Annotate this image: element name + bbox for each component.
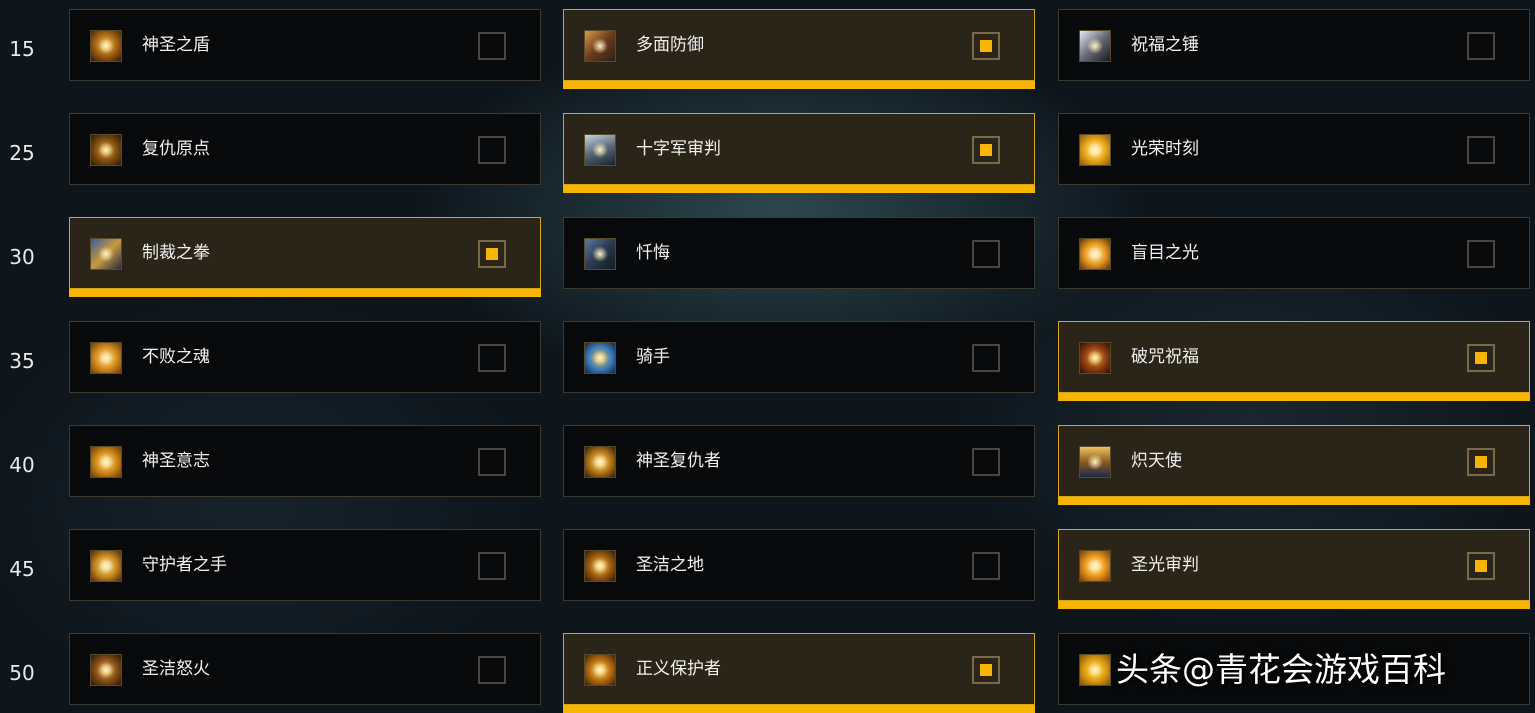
talent-name: 复仇原点	[142, 139, 210, 159]
talent-name: 盲目之光	[1131, 243, 1199, 263]
talent-checkbox[interactable]	[478, 656, 506, 684]
talent-checkbox[interactable]	[972, 448, 1000, 476]
holy-cross-icon	[1079, 238, 1111, 270]
talent-checkbox[interactable]	[972, 240, 1000, 268]
level-label: 15	[9, 37, 35, 61]
consecrated-wrath-icon	[90, 654, 122, 686]
talent-checkbox[interactable]	[478, 448, 506, 476]
holy-spirit-icon	[90, 342, 122, 374]
level-label: 35	[9, 349, 35, 373]
talent-option[interactable]: 光荣时刻	[1058, 113, 1530, 185]
talent-option[interactable]: 守护者之手	[69, 529, 541, 601]
talent-checkbox[interactable]	[478, 136, 506, 164]
talent-option[interactable]: 圣洁之地	[563, 529, 1035, 601]
armored-knight-icon	[584, 238, 616, 270]
talent-name: 破咒祝福	[1131, 347, 1199, 367]
talent-option[interactable]: 炽天使	[1058, 425, 1530, 505]
talent-name: 圣洁怒火	[142, 659, 210, 679]
talent-name: 圣光审判	[1131, 555, 1199, 575]
talent-name: 祝福之锤	[1131, 35, 1199, 55]
talent-name: 光荣时刻	[1131, 139, 1199, 159]
talent-checkbox[interactable]	[1467, 448, 1495, 476]
holy-will-icon	[90, 446, 122, 478]
talent-option[interactable]: 十字军审判	[563, 113, 1035, 193]
talent-option[interactable]: 神圣之盾	[69, 9, 541, 81]
talent-name: 忏悔	[636, 243, 670, 263]
talent-name: 神圣意志	[142, 451, 210, 471]
talent-name: 守护者之手	[142, 555, 227, 575]
talent-checkbox[interactable]	[972, 552, 1000, 580]
talent-checkbox[interactable]	[478, 32, 506, 60]
talent-option[interactable]: 复仇原点	[69, 113, 541, 185]
consecrated-ground-icon	[584, 550, 616, 582]
steel-hammer-icon	[584, 134, 616, 166]
talent-name: 骑手	[636, 347, 670, 367]
talent-option[interactable]: 盲目之光	[1058, 217, 1530, 289]
talent-name: 不败之魂	[142, 347, 210, 367]
level-label: 30	[9, 245, 35, 269]
talent-checkbox[interactable]	[1467, 32, 1495, 60]
talent-checkbox[interactable]	[1467, 552, 1495, 580]
talent-name: 正义保护者	[636, 659, 721, 679]
level-label: 25	[9, 141, 35, 165]
winged-avenger-icon	[584, 446, 616, 478]
level-label: 40	[9, 453, 35, 477]
talent-option[interactable]: 圣洁怒火	[69, 633, 541, 705]
talent-option[interactable]: 制裁之拳	[69, 217, 541, 297]
talent-option[interactable]: 祝福之锤	[1058, 9, 1530, 81]
talent-checkbox[interactable]	[972, 32, 1000, 60]
golden-ring-icon	[90, 134, 122, 166]
talent-option[interactable]: 破咒祝福	[1058, 321, 1530, 401]
level-label: 50	[9, 661, 35, 685]
golden-shield-icon	[90, 30, 122, 62]
talent-checkbox[interactable]	[1467, 240, 1495, 268]
talent-name: 神圣复仇者	[636, 451, 721, 471]
light-judgment-icon	[1079, 550, 1111, 582]
golden-aura-icon	[1079, 654, 1111, 686]
talent-option[interactable]: 圣光审判	[1058, 529, 1530, 609]
seraphim-icon	[1079, 446, 1111, 478]
talent-name: 圣洁之地	[636, 555, 704, 575]
talent-option[interactable]: 骑手	[563, 321, 1035, 393]
talent-option[interactable]: 多面防御	[563, 9, 1035, 89]
talent-checkbox[interactable]	[972, 136, 1000, 164]
cavalier-icon	[584, 342, 616, 374]
fist-icon	[90, 238, 122, 270]
talent-checkbox[interactable]	[478, 240, 506, 268]
dragon-shield-icon	[584, 30, 616, 62]
talent-option[interactable]: 正义保护者	[563, 633, 1035, 713]
guardian-hand-icon	[90, 550, 122, 582]
talent-checkbox[interactable]	[478, 552, 506, 580]
talent-checkbox[interactable]	[972, 344, 1000, 372]
righteous-protector-icon	[584, 654, 616, 686]
talent-name: 十字军审判	[636, 139, 721, 159]
talent-name: 制裁之拳	[142, 243, 210, 263]
watermark: 头条@青花会游戏百科	[1116, 650, 1446, 689]
talent-option[interactable]: 忏悔	[563, 217, 1035, 289]
talent-option[interactable]: 神圣意志	[69, 425, 541, 497]
talent-checkbox[interactable]	[1467, 136, 1495, 164]
golden-shield-icon	[1079, 342, 1111, 374]
silver-hammer-icon	[1079, 30, 1111, 62]
talent-name: 多面防御	[636, 35, 704, 55]
light-burst-icon	[1079, 134, 1111, 166]
talent-checkbox[interactable]	[972, 656, 1000, 684]
talent-option[interactable]: 不败之魂	[69, 321, 541, 393]
talent-option[interactable]: 神圣复仇者	[563, 425, 1035, 497]
talent-checkbox[interactable]	[478, 344, 506, 372]
talent-name: 神圣之盾	[142, 35, 210, 55]
talent-checkbox[interactable]	[1467, 344, 1495, 372]
talent-name: 炽天使	[1131, 451, 1182, 471]
level-label: 45	[9, 557, 35, 581]
